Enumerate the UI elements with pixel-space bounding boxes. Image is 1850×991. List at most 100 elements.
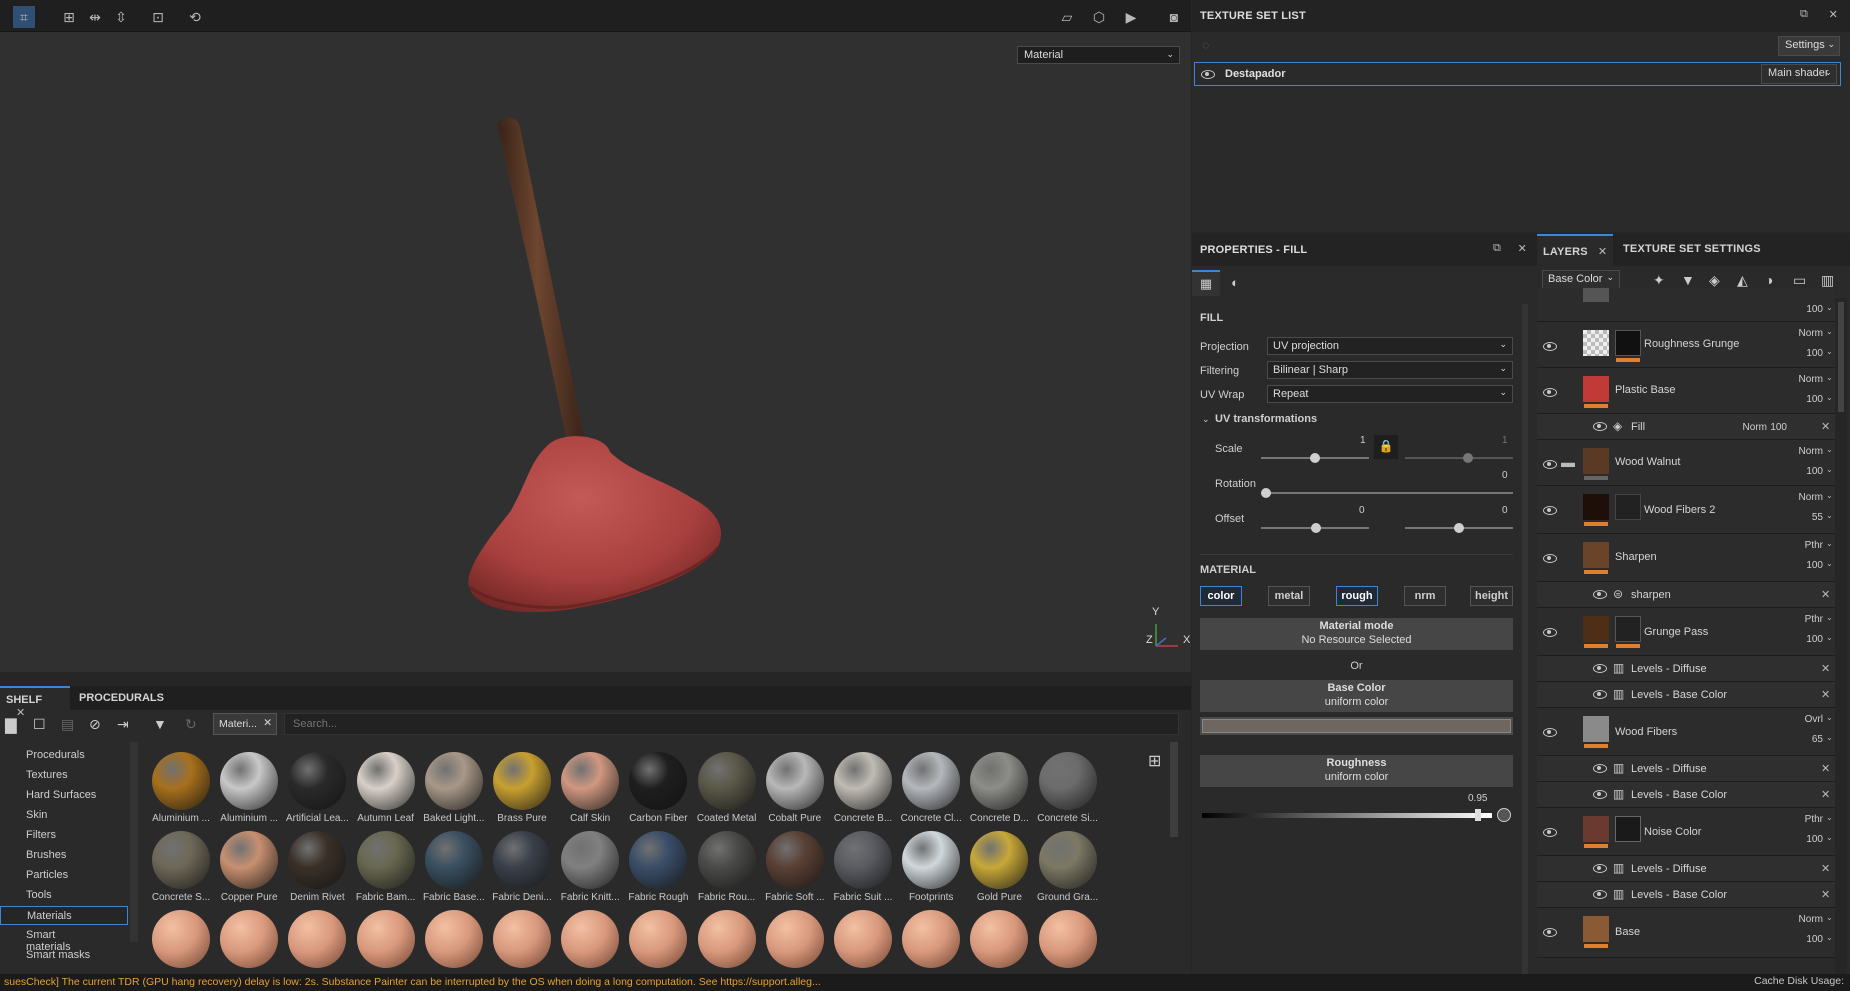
material-thumbnail[interactable]: [970, 831, 1029, 889]
effect-name[interactable]: Levels - Base Color: [1631, 789, 1727, 801]
refresh-icon[interactable]: ↻: [185, 716, 197, 733]
effect-row[interactable]: ▥ Levels - Diffuse ✕: [1537, 856, 1835, 882]
texture-set-row[interactable]: Destapador Main shader ⌄: [1194, 62, 1841, 86]
scroll-thumb[interactable]: [1838, 302, 1844, 412]
effect-row[interactable]: ▥ Levels - Base Color ✕: [1537, 882, 1835, 908]
layer-opacity[interactable]: 100: [1779, 304, 1823, 315]
properties-scrollbar[interactable]: [1522, 304, 1528, 974]
layer-row[interactable]: Roughness Grunge Norm 100 ⌄ ⌄: [1537, 322, 1835, 368]
layer-name[interactable]: Base: [1615, 926, 1640, 938]
effect-row[interactable]: ▥ Levels - Base Color ✕: [1537, 782, 1835, 808]
material-thumbnail[interactable]: [629, 831, 688, 889]
material-thumbnail[interactable]: [970, 910, 1029, 968]
projection-select[interactable]: UV projection ⌄: [1267, 337, 1513, 355]
material-thumbnail[interactable]: [765, 910, 824, 968]
layer-row[interactable]: Wood Fibers Ovrl 65 ⌄ ⌄: [1537, 708, 1835, 756]
layer-name[interactable]: Plastic Base: [1615, 384, 1676, 396]
maximize-icon[interactable]: ⧉: [1800, 8, 1808, 21]
eye-icon[interactable]: [1543, 342, 1557, 351]
camera-icon[interactable]: ▶: [1120, 6, 1142, 28]
layer-row[interactable]: Sharpen Pthr 100 ⌄ ⌄: [1537, 534, 1835, 582]
settings-button[interactable]: Settings ⌄: [1778, 36, 1840, 56]
eye-icon[interactable]: [1593, 422, 1607, 431]
layer-name[interactable]: Wood Fibers: [1615, 726, 1677, 738]
add-mask-icon[interactable]: ◑: [1765, 272, 1773, 288]
material-thumbnail[interactable]: [902, 910, 961, 968]
material-thumbnail[interactable]: [1038, 752, 1097, 810]
offset-slider-2-knob[interactable]: [1454, 523, 1464, 533]
hide-icon[interactable]: ⊘: [89, 716, 101, 733]
chevron-down-icon[interactable]: ⌄: [1826, 613, 1833, 622]
add-layer-icon[interactable]: ◈: [1709, 272, 1720, 289]
scale-slider-2-knob[interactable]: [1463, 453, 1473, 463]
uv-transformations-label[interactable]: UV transformations: [1215, 413, 1317, 425]
layer-row[interactable]: Plastic Base Norm 100 ⌄ ⌄: [1537, 368, 1835, 414]
layer-row-partial[interactable]: 100 ⌄: [1537, 288, 1835, 322]
close-icon[interactable]: ✕: [1821, 662, 1830, 675]
layer-opacity[interactable]: 100: [1779, 560, 1823, 571]
chevron-down-icon[interactable]: ⌄: [1826, 559, 1833, 568]
layer-blend-mode[interactable]: Norm: [1779, 446, 1823, 457]
eye-icon[interactable]: [1543, 388, 1557, 397]
rotation-slider[interactable]: [1261, 492, 1513, 494]
chevron-down-icon[interactable]: ⌄: [1826, 393, 1833, 402]
close-icon[interactable]: ✕: [1821, 688, 1830, 701]
eye-icon[interactable]: [1593, 764, 1607, 773]
channel-height-button[interactable]: height: [1470, 586, 1513, 606]
material-thumbnail[interactable]: [356, 752, 415, 810]
eye-icon[interactable]: [1543, 460, 1557, 469]
effect-row[interactable]: ▥ Levels - Base Color ✕: [1537, 682, 1835, 708]
category-materials[interactable]: Materials: [0, 906, 128, 925]
material-thumbnail[interactable]: [1038, 831, 1097, 889]
category-hard-surfaces[interactable]: Hard Surfaces: [0, 786, 128, 805]
eyedropper-icon[interactable]: [1497, 808, 1511, 822]
effect-name[interactable]: Levels - Diffuse: [1631, 663, 1707, 675]
eye-icon[interactable]: [1543, 828, 1557, 837]
material-thumbnail[interactable]: [152, 831, 210, 889]
material-thumbnail[interactable]: [561, 910, 620, 968]
effect-name[interactable]: Levels - Base Color: [1631, 889, 1727, 901]
roughness-slider[interactable]: [1202, 813, 1492, 818]
visibility-icon[interactable]: ◌: [1202, 38, 1209, 52]
layer-row[interactable]: Wood Fibers 2 Norm 55 ⌄ ⌄: [1537, 486, 1835, 534]
effect-row[interactable]: ⊜ sharpen ✕: [1537, 582, 1835, 608]
chevron-down-icon[interactable]: ⌄: [1826, 833, 1833, 842]
frame-icon[interactable]: ⊡: [147, 6, 169, 28]
close-icon[interactable]: ✕: [1821, 788, 1830, 801]
layer-blend-mode[interactable]: Ovrl: [1779, 714, 1823, 725]
rotation-slider-knob[interactable]: [1261, 488, 1271, 498]
eye-icon[interactable]: [1593, 864, 1607, 873]
chevron-down-icon[interactable]: ⌄: [1826, 813, 1833, 822]
material-thumbnail[interactable]: [424, 910, 483, 968]
layer-row[interactable]: Noise Color Pthr 100 ⌄ ⌄: [1537, 808, 1835, 856]
effect-name[interactable]: Fill: [1631, 421, 1645, 433]
material-thumbnail[interactable]: [697, 752, 756, 810]
material-thumbnail[interactable]: [697, 910, 756, 968]
material-thumbnail[interactable]: [288, 752, 347, 810]
trash-icon[interactable]: ▥: [1821, 272, 1834, 289]
close-icon[interactable]: ✕: [1829, 8, 1838, 21]
channel-nrm-button[interactable]: nrm: [1404, 586, 1446, 606]
add-folder-icon[interactable]: ▭: [1793, 272, 1806, 289]
shader-select[interactable]: Main shader ⌄: [1761, 64, 1837, 84]
fill-settings-icon[interactable]: ▦: [1192, 270, 1220, 296]
category-particles[interactable]: Particles: [0, 866, 128, 885]
uv-wrap-select[interactable]: Repeat ⌄: [1267, 385, 1513, 403]
material-thumbnail[interactable]: [493, 910, 551, 968]
layer-row[interactable]: ▬ Wood Walnut Norm 100 ⌄ ⌄: [1537, 440, 1835, 486]
chevron-down-icon[interactable]: ⌄: [1826, 445, 1833, 454]
chevron-down-icon[interactable]: ⌄: [1826, 913, 1833, 922]
base-color-swatch[interactable]: [1200, 717, 1513, 735]
chevron-down-icon[interactable]: ⌄: [1826, 327, 1833, 336]
layers-scrollbar[interactable]: [1835, 298, 1847, 974]
eye-icon[interactable]: [1543, 928, 1557, 937]
close-icon[interactable]: ✕: [1821, 762, 1830, 775]
material-thumbnail[interactable]: [834, 831, 892, 889]
layer-name[interactable]: Noise Color: [1644, 826, 1701, 838]
material-thumbnail[interactable]: [765, 752, 824, 810]
eye-icon[interactable]: [1593, 664, 1607, 673]
material-thumbnail[interactable]: [629, 752, 688, 810]
chevron-down-icon[interactable]: ⌄: [1826, 539, 1833, 548]
category-procedurals[interactable]: Procedurals: [0, 746, 128, 765]
material-thumbnail[interactable]: [220, 831, 279, 889]
